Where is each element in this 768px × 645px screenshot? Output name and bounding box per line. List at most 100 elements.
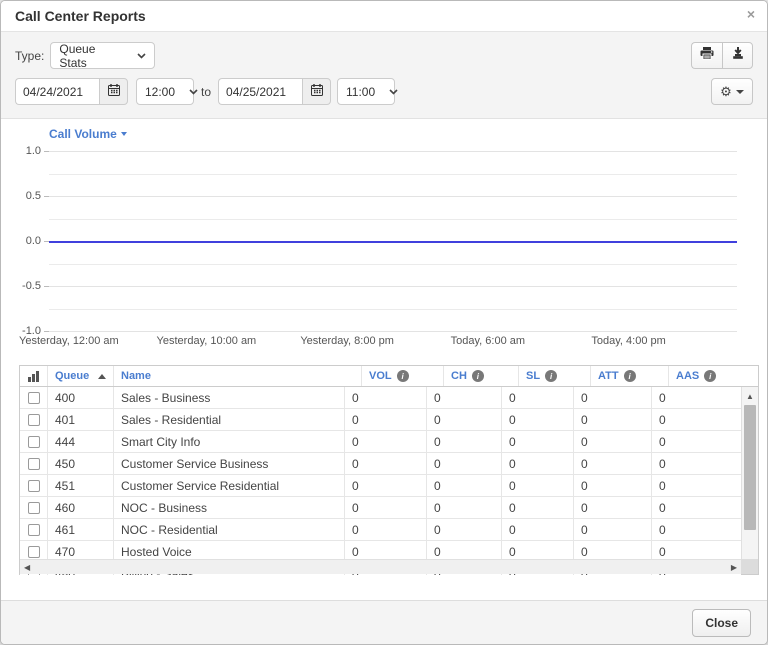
table-header-att[interactable]: ATTi: [591, 366, 669, 386]
row-checkbox[interactable]: [28, 392, 40, 404]
cell-name: Customer Service Residential: [114, 475, 345, 496]
x-tick-label: Yesterday, 8:00 pm: [300, 335, 394, 347]
info-icon[interactable]: i: [397, 370, 409, 382]
row-checkbox[interactable]: [28, 502, 40, 514]
close-icon[interactable]: ×: [747, 7, 755, 21]
calendar-icon: [108, 83, 120, 101]
info-icon[interactable]: i: [704, 370, 716, 382]
print-button[interactable]: [691, 42, 722, 69]
cell-vol: 0: [345, 453, 427, 474]
chart-plot-area: 1.00.50.0-0.5-1.0: [49, 151, 737, 331]
cell-sl: 0: [502, 431, 574, 452]
from-date-calendar-button[interactable]: [99, 78, 128, 105]
table-header-sl[interactable]: SLi: [519, 366, 591, 386]
table-header-row: Queue Name VOLi CHi SLi ATTi AASi: [20, 366, 758, 387]
table-row: 460NOC - Business00000: [20, 497, 741, 519]
table-row: 450Customer Service Business00000: [20, 453, 741, 475]
info-icon[interactable]: i: [545, 370, 557, 382]
from-time-select[interactable]: 12:00: [136, 78, 194, 105]
table-header-chart-toggle[interactable]: [20, 366, 48, 386]
row-checkbox[interactable]: [28, 480, 40, 492]
cell-ch: 0: [427, 387, 502, 408]
cell-name: NOC - Business: [114, 497, 345, 518]
row-checkbox-cell: [20, 475, 48, 496]
cell-ch: 0: [427, 519, 502, 540]
cell-att: 0: [574, 475, 652, 496]
cell-att: 0: [574, 387, 652, 408]
cell-vol: 0: [345, 497, 427, 518]
table-row: 451Customer Service Residential00000: [20, 475, 741, 497]
row-checkbox[interactable]: [28, 436, 40, 448]
gridline-major: -1.0: [49, 331, 737, 332]
dialog-header: Call Center Reports ×: [1, 1, 767, 32]
cell-ch: 0: [427, 409, 502, 430]
from-date-input[interactable]: [15, 78, 99, 105]
vertical-scrollbar[interactable]: ▲ ▼: [741, 387, 758, 574]
cell-sl: 0: [502, 497, 574, 518]
row-checkbox-cell: [20, 497, 48, 518]
row-checkbox-cell: [20, 519, 48, 540]
cell-name: Smart City Info: [114, 431, 345, 452]
cell-att: 0: [574, 409, 652, 430]
scroll-left-icon[interactable]: ◀: [24, 563, 30, 572]
info-icon[interactable]: i: [624, 370, 636, 382]
chevron-down-icon: [389, 89, 398, 95]
table-header-name[interactable]: Name: [114, 366, 362, 386]
settings-dropdown-button[interactable]: ⚙: [711, 78, 753, 105]
cell-name: Customer Service Business: [114, 453, 345, 474]
call-volume-chart: Call Volume 1.00.50.0-0.5-1.0 Yesterday,…: [1, 119, 767, 365]
cell-att: 0: [574, 497, 652, 518]
to-date-input[interactable]: [218, 78, 302, 105]
from-time-value: 12:00: [145, 85, 175, 99]
y-tick-mark: [44, 286, 49, 287]
chevron-down-icon: [189, 89, 198, 95]
row-checkbox[interactable]: [28, 458, 40, 470]
print-icon: [700, 47, 714, 65]
table-header-vol[interactable]: VOLi: [362, 366, 444, 386]
scroll-right-icon[interactable]: ▶: [731, 563, 737, 572]
horizontal-scrollbar[interactable]: ◀ ▶: [20, 559, 741, 574]
x-tick-label: Yesterday, 10:00 am: [157, 335, 257, 347]
to-time-select[interactable]: 11:00: [337, 78, 395, 105]
row-checkbox[interactable]: [28, 414, 40, 426]
cell-sl: 0: [502, 409, 574, 430]
row-checkbox[interactable]: [28, 546, 40, 558]
scroll-up-icon[interactable]: ▲: [742, 389, 758, 403]
call-center-reports-dialog: Call Center Reports × Type: Queue Stats: [0, 0, 768, 645]
vertical-scrollbar-thumb[interactable]: [744, 405, 756, 530]
caret-down-icon: [121, 132, 127, 136]
cell-aas: 0: [652, 409, 741, 430]
table-header-aas[interactable]: AASi: [669, 366, 758, 386]
to-date-calendar-button[interactable]: [302, 78, 331, 105]
info-icon[interactable]: i: [472, 370, 484, 382]
to-label: to: [201, 85, 211, 99]
table-row: 401Sales - Residential00000: [20, 409, 741, 431]
cell-queue: 400: [48, 387, 114, 408]
cell-queue: 451: [48, 475, 114, 496]
x-tick-label: Today, 6:00 am: [451, 335, 525, 347]
row-checkbox[interactable]: [28, 524, 40, 536]
row-checkbox-cell: [20, 409, 48, 430]
report-type-select[interactable]: Queue Stats: [50, 42, 155, 69]
gridline-major: 1.0: [49, 151, 737, 152]
y-tick-mark: [44, 151, 49, 152]
table-header-queue[interactable]: Queue: [48, 366, 114, 386]
cell-att: 0: [574, 453, 652, 474]
from-date-group: [15, 78, 128, 105]
chart-metric-dropdown[interactable]: Call Volume: [49, 127, 127, 141]
table-row: 444Smart City Info00000: [20, 431, 741, 453]
gear-icon: ⚙: [720, 85, 732, 98]
cell-queue: 461: [48, 519, 114, 540]
close-button[interactable]: Close: [692, 609, 751, 637]
y-tick-label: -0.5: [22, 280, 41, 292]
download-button[interactable]: [722, 42, 753, 69]
queue-stats-table: Queue Name VOLi CHi SLi ATTi AASi 400Sal…: [19, 365, 759, 575]
type-label: Type:: [15, 49, 44, 63]
cell-queue: 401: [48, 409, 114, 430]
cell-aas: 0: [652, 387, 741, 408]
row-checkbox-cell: [20, 387, 48, 408]
cell-vol: 0: [345, 431, 427, 452]
table-header-ch[interactable]: CHi: [444, 366, 519, 386]
y-tick-label: 0.0: [26, 235, 41, 247]
cell-aas: 0: [652, 519, 741, 540]
